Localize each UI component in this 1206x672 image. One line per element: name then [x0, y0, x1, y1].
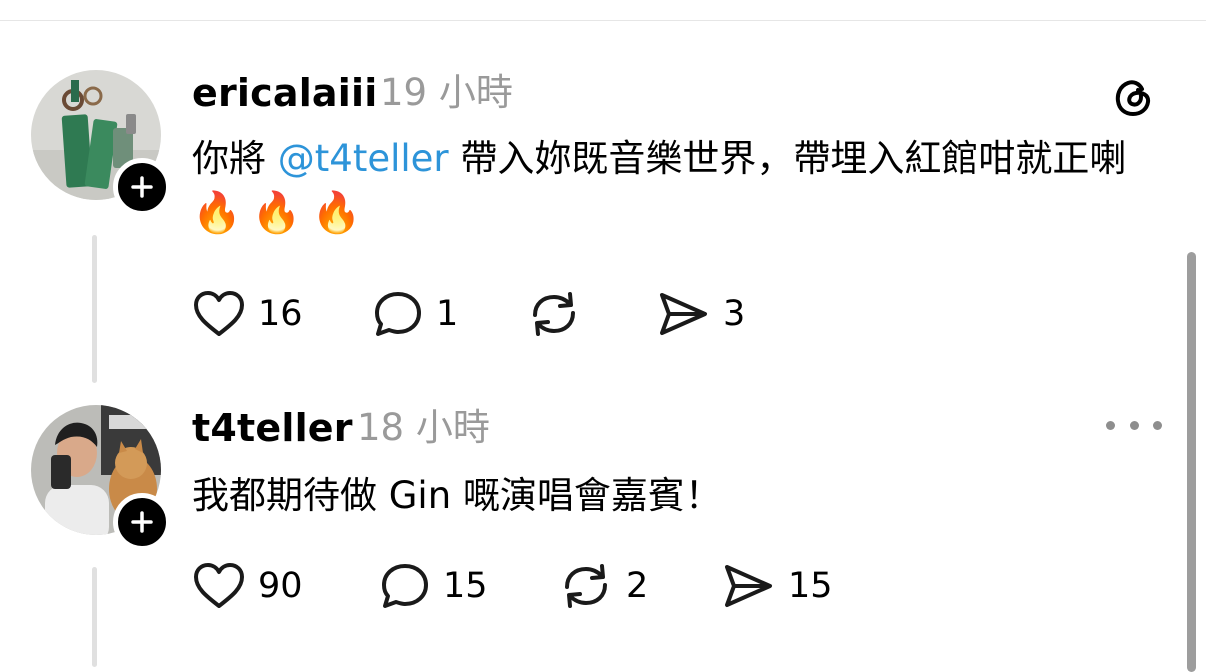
thread-line [92, 567, 97, 667]
reply-count: 15 [443, 566, 488, 606]
reply-button[interactable]: 15 [379, 561, 488, 611]
repost-icon [565, 564, 607, 608]
reply-count: 1 [436, 294, 459, 334]
reply-post-ericalaiii: ericalaiii 19 小時 你將 @t4teller 帶入妳既音樂世界，帶… [0, 60, 1206, 390]
repost-icon [533, 292, 575, 336]
repost-count: 2 [626, 566, 649, 606]
reply-button[interactable]: 1 [372, 289, 458, 339]
username[interactable]: ericalaiii [192, 70, 377, 116]
like-count: 90 [258, 566, 303, 606]
plus-icon [131, 511, 153, 533]
heart-icon [194, 291, 244, 336]
follow-button[interactable] [113, 158, 171, 216]
timestamp: 19 小時 [380, 71, 513, 114]
share-button[interactable]: 15 [720, 561, 833, 611]
threads-logo-button[interactable] [1108, 72, 1158, 122]
post-text: 我都期待做 Gin 嘅演唱會嘉賓！ [192, 474, 722, 517]
repost-button[interactable]: 2 [558, 561, 648, 611]
share-button[interactable]: 3 [655, 289, 745, 339]
more-options-dot [1129, 420, 1139, 430]
post-text: 你將 @t4teller 帶入妳既音樂世界，帶埋入紅館咁就正喇 🔥🔥🔥 [192, 132, 1167, 241]
comment-icon [375, 292, 421, 336]
fire-emoji: 🔥🔥🔥 [192, 190, 372, 236]
repost-button[interactable] [526, 289, 594, 339]
threads-logo-icon [1115, 80, 1151, 117]
more-options-button[interactable] [1106, 410, 1162, 440]
thread-line [92, 235, 97, 383]
action-bar: 90 15 2 15 [192, 561, 892, 611]
like-button[interactable]: 16 [192, 289, 303, 339]
like-count: 16 [258, 294, 303, 334]
username[interactable]: t4teller [192, 405, 353, 451]
share-count: 15 [788, 566, 833, 606]
timestamp: 18 小時 [357, 406, 490, 449]
scrollbar[interactable] [1187, 252, 1196, 672]
follow-button[interactable] [113, 493, 171, 551]
send-icon [660, 293, 707, 335]
text-after-mention: 帶入妳既音樂世界，帶埋入紅館咁就正喇 [448, 137, 1127, 180]
share-count: 3 [723, 294, 746, 334]
more-options-icon [1106, 420, 1115, 430]
send-icon [725, 565, 772, 607]
like-button[interactable]: 90 [192, 561, 303, 611]
plus-icon [131, 176, 153, 198]
reply-post-t4teller: t4teller 18 小時 我都期待做 Gin 嘅演唱會嘉賓！ 90 15 2… [0, 395, 1206, 669]
text-before-mention: 你將 [192, 137, 278, 180]
mention-link[interactable]: @t4teller [278, 137, 449, 180]
comment-icon [382, 564, 428, 608]
more-options-dot [1153, 420, 1162, 430]
heart-icon [194, 563, 244, 608]
top-divider [0, 20, 1206, 21]
action-bar: 16 1 3 [192, 289, 792, 339]
